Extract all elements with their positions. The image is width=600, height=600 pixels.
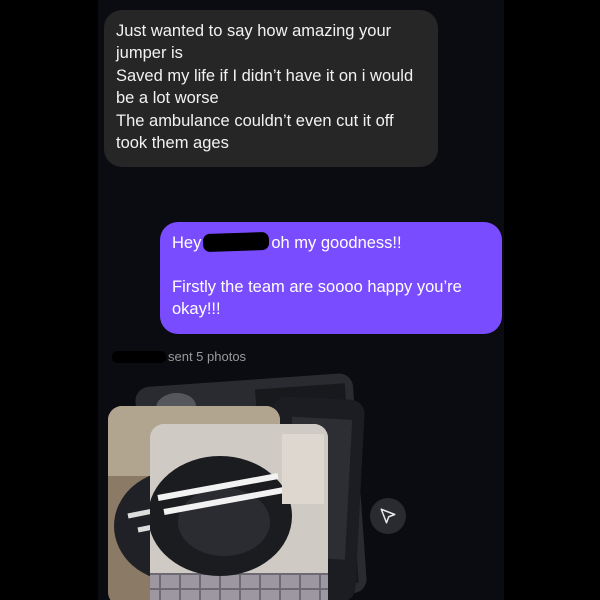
photo-stack-front[interactable] bbox=[150, 424, 328, 600]
greeting-end: oh my goodness!! bbox=[271, 234, 402, 252]
incoming-message-line: Just wanted to say how amazing your jump… bbox=[116, 22, 392, 62]
paper-plane-icon bbox=[380, 508, 396, 524]
photos-sent-notice: sent 5 photos bbox=[112, 349, 246, 364]
greeting-start: Hey bbox=[172, 234, 202, 252]
outgoing-message-greeting: Hey oh my goodness!! bbox=[172, 231, 490, 254]
incoming-message-bubble[interactable]: Just wanted to say how amazing your jump… bbox=[104, 10, 438, 167]
share-button[interactable] bbox=[370, 498, 406, 534]
outgoing-message-line: Firstly the team are soooo happy you’re … bbox=[172, 278, 462, 318]
chat-screen: Just wanted to say how amazing your jump… bbox=[98, 0, 504, 600]
photos-sent-label: sent 5 photos bbox=[168, 349, 247, 364]
outgoing-message-bubble[interactable]: Hey oh my goodness!! Firstly the team are… bbox=[160, 222, 502, 334]
redacted-sender-name bbox=[112, 350, 166, 363]
redacted-name bbox=[203, 231, 270, 253]
incoming-message-line: Saved my life if I didn’t have it on i w… bbox=[116, 67, 414, 107]
incoming-message-line: The ambulance couldn’t even cut it off t… bbox=[116, 112, 394, 152]
